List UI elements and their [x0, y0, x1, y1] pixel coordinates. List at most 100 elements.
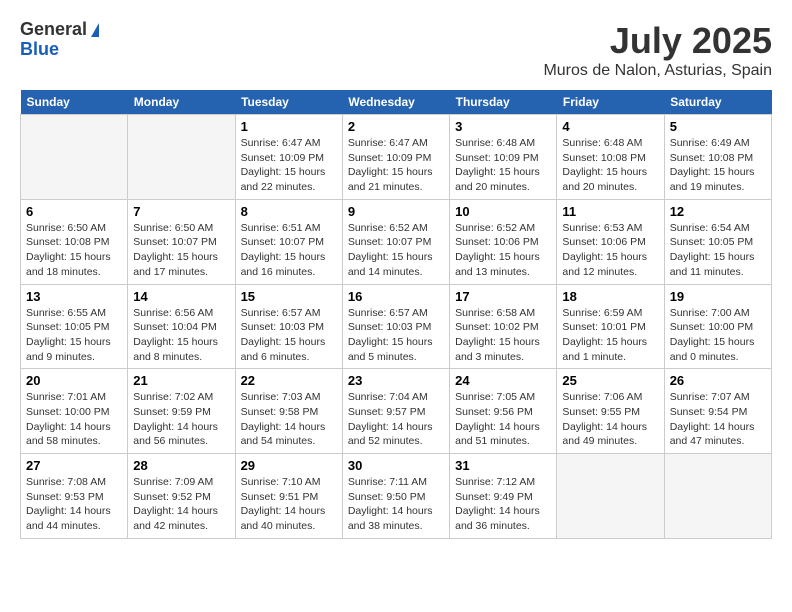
day-info: Sunrise: 7:00 AM Sunset: 10:00 PM Daylig… — [670, 306, 766, 365]
calendar-cell: 23Sunrise: 7:04 AM Sunset: 9:57 PM Dayli… — [342, 369, 449, 454]
calendar-cell — [128, 115, 235, 200]
day-number: 27 — [26, 458, 122, 473]
day-number: 7 — [133, 204, 229, 219]
day-number: 28 — [133, 458, 229, 473]
calendar-cell: 13 Sunrise: 6:55 AM Sunset: 10:05 PM Dayl… — [21, 284, 128, 369]
week-row: 27 Sunrise: 7:08 AM Sunset: 9:53 PM Dayli… — [21, 454, 772, 539]
day-info: Sunrise: 7:12 AM Sunset: 9:49 PM Dayligh… — [455, 475, 551, 534]
calendar-cell: 27 Sunrise: 7:08 AM Sunset: 9:53 PM Dayli… — [21, 454, 128, 539]
week-row: 6Sunrise: 6:50 AM Sunset: 10:08 PM Dayli… — [21, 199, 772, 284]
day-number: 16 — [348, 289, 444, 304]
day-info: Sunrise: 7:09 AM Sunset: 9:52 PM Dayligh… — [133, 475, 229, 534]
day-number: 13 — [26, 289, 122, 304]
weekday-header: Sunday — [21, 90, 128, 115]
calendar-cell: 20 Sunrise: 7:01 AM Sunset: 10:00 PM Dayl… — [21, 369, 128, 454]
day-number: 24 — [455, 373, 551, 388]
calendar-cell: 18 Sunrise: 6:59 AM Sunset: 10:01 PM Dayl… — [557, 284, 664, 369]
calendar-cell — [664, 454, 771, 539]
day-number: 15 — [241, 289, 337, 304]
calendar-cell: 2 Sunrise: 6:47 AM Sunset: 10:09 PM Dayli… — [342, 115, 449, 200]
day-info: Sunrise: 6:52 AM Sunset: 10:07 PM Daylig… — [348, 221, 444, 280]
calendar-cell: 3Sunrise: 6:48 AM Sunset: 10:09 PM Dayli… — [450, 115, 557, 200]
weekday-header: Monday — [128, 90, 235, 115]
calendar-cell: 7 Sunrise: 6:50 AM Sunset: 10:07 PM Dayli… — [128, 199, 235, 284]
day-number: 31 — [455, 458, 551, 473]
calendar-cell: 31 Sunrise: 7:12 AM Sunset: 9:49 PM Dayli… — [450, 454, 557, 539]
calendar-cell: 5 Sunrise: 6:49 AM Sunset: 10:08 PM Dayli… — [664, 115, 771, 200]
day-info: Sunrise: 6:57 AM Sunset: 10:03 PM Daylig… — [241, 306, 337, 365]
day-info: Sunrise: 7:03 AM Sunset: 9:58 PM Dayligh… — [241, 390, 337, 449]
page-header: General Blue July 2025 Muros de Nalon, A… — [20, 20, 772, 80]
weekday-header: Tuesday — [235, 90, 342, 115]
day-info: Sunrise: 6:55 AM Sunset: 10:05 PM Daylig… — [26, 306, 122, 365]
day-number: 19 — [670, 289, 766, 304]
calendar-cell — [21, 115, 128, 200]
day-number: 30 — [348, 458, 444, 473]
day-number: 26 — [670, 373, 766, 388]
weekday-header: Friday — [557, 90, 664, 115]
weekday-header-row: SundayMondayTuesdayWednesdayThursdayFrid… — [21, 90, 772, 115]
calendar-cell: 17Sunrise: 6:58 AM Sunset: 10:02 PM Dayl… — [450, 284, 557, 369]
day-number: 25 — [562, 373, 658, 388]
title-block: July 2025 Muros de Nalon, Asturias, Spai… — [543, 20, 772, 80]
day-number: 1 — [241, 119, 337, 134]
day-number: 14 — [133, 289, 229, 304]
day-number: 10 — [455, 204, 551, 219]
week-row: 20 Sunrise: 7:01 AM Sunset: 10:00 PM Dayl… — [21, 369, 772, 454]
weekday-header: Wednesday — [342, 90, 449, 115]
calendar-cell: 1Sunrise: 6:47 AM Sunset: 10:09 PM Dayli… — [235, 115, 342, 200]
weekday-header: Thursday — [450, 90, 557, 115]
day-number: 6 — [26, 204, 122, 219]
calendar-cell: 9 Sunrise: 6:52 AM Sunset: 10:07 PM Dayli… — [342, 199, 449, 284]
week-row: 1 Sunrise: 6:47 AM Sunset: 10:09 PM Dayli… — [21, 115, 772, 200]
weekday-header: Saturday — [664, 90, 771, 115]
calendar-cell: 19 Sunrise: 7:00 AM Sunset: 10:00 PM Dayl… — [664, 284, 771, 369]
day-info: Sunrise: 6:51 AM Sunset: 10:07 PM Daylig… — [241, 221, 337, 280]
logo-icon — [91, 23, 99, 37]
calendar-cell: 22 Sunrise: 7:03 AM Sunset: 9:58 PM Dayli… — [235, 369, 342, 454]
day-number: 11 — [562, 204, 658, 219]
calendar-cell: 24Sunrise: 7:05 AM Sunset: 9:56 PM Dayli… — [450, 369, 557, 454]
calendar-cell: 10 Sunrise: 6:52 AM Sunset: 10:06 PM Dayl… — [450, 199, 557, 284]
calendar-cell: 14 Sunrise: 6:56 AM Sunset: 10:04 PM Dayl… — [128, 284, 235, 369]
day-number: 8 — [241, 204, 337, 219]
day-info: Sunrise: 6:52 AM Sunset: 10:06 PM Daylig… — [455, 221, 551, 280]
location: Muros de Nalon, Asturias, Spain — [543, 62, 772, 80]
day-number: 9 — [348, 204, 444, 219]
day-info: Sunrise: 7:10 AM Sunset: 9:51 PM Dayligh… — [241, 475, 337, 534]
day-number: 2 — [348, 119, 444, 134]
day-number: 22 — [241, 373, 337, 388]
day-info: Sunrise: 7:02 AM Sunset: 9:59 PM Dayligh… — [133, 390, 229, 449]
day-number: 12 — [670, 204, 766, 219]
day-info: Sunrise: 6:50 AM Sunset: 10:07 PM Daylig… — [133, 221, 229, 280]
day-info: Sunrise: 7:06 AM Sunset: 9:55 PM Dayligh… — [562, 390, 658, 449]
day-info: Sunrise: 6:49 AM Sunset: 10:08 PM Daylig… — [670, 136, 766, 195]
day-number: 20 — [26, 373, 122, 388]
calendar-cell: 30 Sunrise: 7:11 AM Sunset: 9:50 PM Dayli… — [342, 454, 449, 539]
logo-blue: Blue — [20, 40, 99, 60]
day-number: 18 — [562, 289, 658, 304]
calendar-cell: 12 Sunrise: 6:54 AM Sunset: 10:05 PM Dayl… — [664, 199, 771, 284]
logo: General Blue — [20, 20, 99, 60]
calendar-cell: 25 Sunrise: 7:06 AM Sunset: 9:55 PM Dayli… — [557, 369, 664, 454]
calendar-cell — [557, 454, 664, 539]
day-info: Sunrise: 6:53 AM Sunset: 10:06 PM Daylig… — [562, 221, 658, 280]
calendar-cell: 28 Sunrise: 7:09 AM Sunset: 9:52 PM Dayli… — [128, 454, 235, 539]
day-number: 5 — [670, 119, 766, 134]
day-info: Sunrise: 6:58 AM Sunset: 10:02 PM Daylig… — [455, 306, 551, 365]
calendar-cell: 4Sunrise: 6:48 AM Sunset: 10:08 PM Dayli… — [557, 115, 664, 200]
day-info: Sunrise: 6:56 AM Sunset: 10:04 PM Daylig… — [133, 306, 229, 365]
day-info: Sunrise: 6:54 AM Sunset: 10:05 PM Daylig… — [670, 221, 766, 280]
calendar-cell: 16Sunrise: 6:57 AM Sunset: 10:03 PM Dayl… — [342, 284, 449, 369]
day-info: Sunrise: 6:59 AM Sunset: 10:01 PM Daylig… — [562, 306, 658, 365]
day-number: 29 — [241, 458, 337, 473]
month-title: July 2025 — [543, 20, 772, 62]
day-info: Sunrise: 7:01 AM Sunset: 10:00 PM Daylig… — [26, 390, 122, 449]
calendar-cell: 29 Sunrise: 7:10 AM Sunset: 9:51 PM Dayli… — [235, 454, 342, 539]
day-info: Sunrise: 7:08 AM Sunset: 9:53 PM Dayligh… — [26, 475, 122, 534]
day-info: Sunrise: 7:11 AM Sunset: 9:50 PM Dayligh… — [348, 475, 444, 534]
day-info: Sunrise: 6:47 AM Sunset: 10:09 PM Daylig… — [348, 136, 444, 195]
calendar-cell: 15 Sunrise: 6:57 AM Sunset: 10:03 PM Dayl… — [235, 284, 342, 369]
calendar-cell: 21Sunrise: 7:02 AM Sunset: 9:59 PM Dayli… — [128, 369, 235, 454]
week-row: 13 Sunrise: 6:55 AM Sunset: 10:05 PM Dayl… — [21, 284, 772, 369]
